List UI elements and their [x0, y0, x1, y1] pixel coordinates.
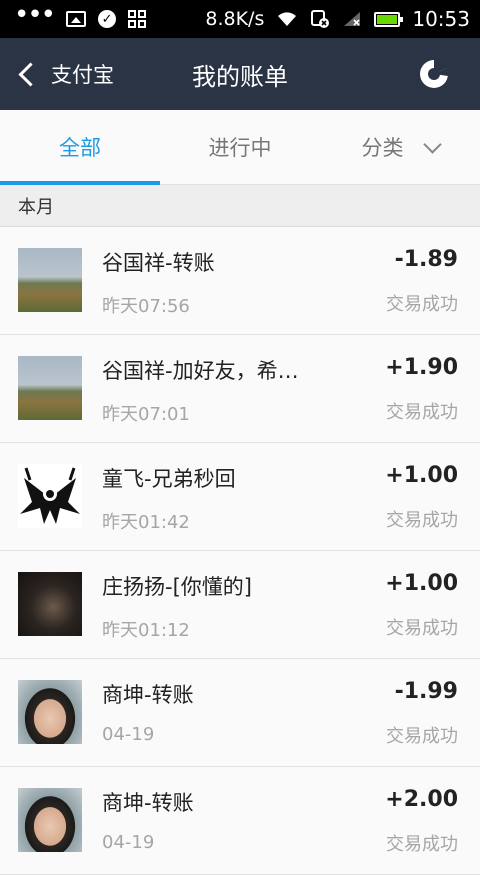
transaction-title: 商坤-转账 [102, 683, 194, 707]
transaction-row[interactable]: 商坤-转账 04-19 -1.99 交易成功 [0, 659, 480, 767]
transaction-title: 商坤-转账 [102, 791, 194, 815]
transaction-list: 谷国祥-转账 昨天07:56 -1.89 交易成功 谷国祥-加好友，希… 昨天0… [0, 227, 480, 875]
tab-in-progress[interactable]: 进行中 [160, 110, 320, 184]
qr-code-icon [128, 10, 147, 28]
transaction-status: 交易成功 [386, 618, 458, 639]
more-notifications-icon: ••• [14, 0, 56, 30]
transaction-status: 交易成功 [386, 294, 458, 315]
transaction-amount: -1.89 [394, 247, 458, 272]
chevron-left-icon [18, 61, 43, 87]
battery-icon [374, 11, 404, 27]
avatar [18, 680, 82, 744]
transaction-time: 昨天07:01 [102, 404, 190, 425]
avatar [18, 464, 82, 528]
transaction-title: 谷国祥-加好友，希… [102, 359, 299, 383]
tab-in-progress-label: 进行中 [208, 136, 272, 160]
avatar [18, 788, 82, 852]
transaction-row[interactable]: 谷国祥-加好友，希… 昨天07:01 +1.90 交易成功 [0, 335, 480, 443]
tab-category[interactable]: 分类 [320, 110, 480, 184]
filter-tabs: 全部 进行中 分类 [0, 110, 480, 185]
avatar [18, 248, 82, 312]
transaction-row[interactable]: 商坤-转账 04-19 +2.00 交易成功 [0, 767, 480, 875]
tab-all[interactable]: 全部 [0, 110, 160, 185]
clock: 10:53 [412, 7, 470, 31]
status-bar: ••• ✓ 8.8K/s 10:53 [0, 0, 480, 38]
transaction-row[interactable]: 庄扬扬-[你懂的] 昨天01:12 +1.00 交易成功 [0, 551, 480, 659]
transaction-row[interactable]: 童飞-兄弟秒回 昨天01:42 +1.00 交易成功 [0, 443, 480, 551]
pie-chart-icon[interactable] [418, 58, 450, 90]
sim-disabled-icon [311, 10, 330, 28]
check-circle-icon: ✓ [98, 10, 117, 28]
avatar [18, 572, 82, 636]
tab-all-label: 全部 [59, 136, 101, 160]
transaction-time: 昨天01:12 [102, 620, 190, 641]
transaction-status: 交易成功 [386, 402, 458, 423]
back-button[interactable]: 支付宝 [16, 38, 114, 110]
wifi-icon [278, 12, 297, 26]
back-label: 支付宝 [51, 63, 114, 87]
transaction-amount: +1.00 [385, 571, 458, 596]
network-speed: 8.8K/s [205, 8, 265, 30]
section-header-this-month: 本月 [0, 185, 480, 227]
chevron-down-icon [422, 134, 442, 154]
transaction-status: 交易成功 [386, 726, 458, 747]
signal-icon [344, 12, 361, 26]
transaction-time: 昨天07:56 [102, 296, 190, 317]
transaction-title: 庄扬扬-[你懂的] [102, 575, 252, 599]
transaction-title: 谷国祥-转账 [102, 251, 215, 275]
ink-art-icon [20, 467, 80, 524]
tab-category-label: 分类 [361, 136, 404, 160]
transaction-time: 昨天01:42 [102, 512, 190, 533]
app-header: 支付宝 我的账单 [0, 38, 480, 110]
transaction-status: 交易成功 [386, 510, 458, 531]
transaction-title: 童飞-兄弟秒回 [102, 467, 236, 491]
transaction-amount: +1.00 [385, 463, 458, 488]
transaction-time: 04-19 [102, 832, 155, 853]
transaction-amount: -1.99 [394, 679, 458, 704]
avatar [18, 356, 82, 420]
transaction-amount: +2.00 [385, 787, 458, 812]
transaction-status: 交易成功 [386, 834, 458, 855]
image-notification-icon [66, 11, 87, 27]
transaction-time: 04-19 [102, 724, 155, 745]
transaction-row[interactable]: 谷国祥-转账 昨天07:56 -1.89 交易成功 [0, 227, 480, 335]
transaction-amount: +1.90 [385, 355, 458, 380]
